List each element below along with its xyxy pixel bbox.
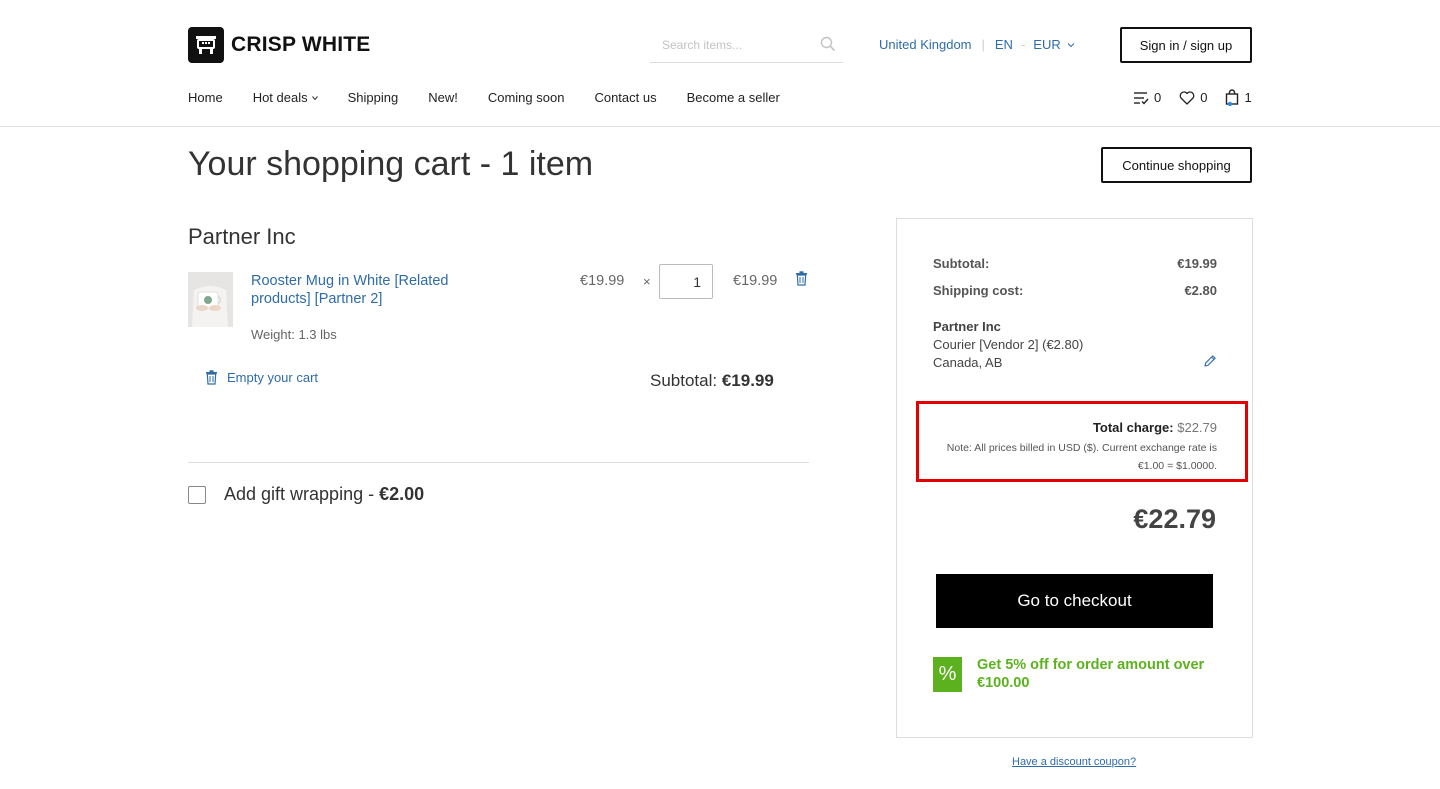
country-selector[interactable]: United Kingdom [879, 37, 972, 52]
wishlist-counter[interactable]: 0 [1179, 90, 1207, 105]
cart-subtotal-value: €19.99 [721, 371, 774, 390]
sign-in-button[interactable]: Sign in / sign up [1120, 27, 1252, 63]
main-nav: Home Hot deals Shipping New! Coming soon… [188, 90, 810, 105]
product-name-link[interactable]: Rooster Mug in White [Related products] … [251, 272, 491, 308]
nav-item-hot-deals[interactable]: Hot deals [253, 90, 318, 105]
page-title: Your shopping cart - 1 item [188, 145, 594, 183]
brand-name: CRISP WHITE [231, 33, 371, 56]
summary-shipping-value: €2.80 [1184, 283, 1217, 298]
product-weight: Weight: 1.3 lbs [251, 327, 337, 342]
heart-icon [1179, 90, 1195, 105]
exchange-rate-note: Note: All prices billed in USD ($). Curr… [946, 442, 1217, 472]
grand-total: €22.79 [1133, 504, 1216, 534]
wishlist-count: 0 [1200, 90, 1208, 105]
nav-item-home[interactable]: Home [188, 90, 223, 105]
locale-separator: | [981, 37, 985, 52]
vendor-name: Partner Inc [188, 224, 296, 249]
checkout-button[interactable]: Go to checkout [936, 574, 1213, 628]
nav-item-label: New! [428, 90, 458, 105]
nav-item-label: Coming soon [487, 90, 565, 105]
gift-wrapping-price: €2.00 [379, 484, 425, 504]
order-summary: Subtotal: €19.99 Shipping cost: €2.80 Pa… [896, 218, 1253, 738]
multiply-sign: × [643, 274, 651, 289]
unit-price: €19.99 [580, 273, 625, 289]
shipping-method: Courier [Vendor 2] (€2.80) [933, 337, 1084, 352]
locale-separator: - [1020, 37, 1026, 52]
search-box [650, 27, 843, 63]
total-charge: Total charge: $22.79 [1093, 420, 1217, 435]
empty-cart-link[interactable]: Empty your cart [205, 370, 318, 385]
nav-item-label: Contact us [594, 90, 657, 105]
summary-shipping-label: Shipping cost: [933, 283, 1024, 298]
cart-divider [188, 462, 809, 463]
nav-item-new[interactable]: New! [428, 90, 458, 105]
locale-selector: United Kingdom | EN - EUR [879, 37, 1075, 52]
shipping-vendor: Partner Inc [933, 319, 1001, 334]
chevron-down-icon [311, 95, 318, 100]
nav-item-label: Shipping [347, 90, 399, 105]
nav-item-label: Home [188, 90, 223, 105]
line-total: €19.99 [733, 273, 778, 289]
search-icon[interactable] [820, 36, 836, 52]
summary-subtotal-label: Subtotal: [933, 256, 990, 271]
nav-item-contact-us[interactable]: Contact us [594, 90, 656, 105]
continue-shopping-button[interactable]: Continue shopping [1101, 147, 1252, 183]
quantity-input[interactable] [659, 264, 713, 299]
cart-counter[interactable]: 1 [1225, 89, 1252, 106]
cart-subtotal: Subtotal: €19.99 [650, 371, 774, 391]
search-input[interactable] [662, 35, 807, 55]
compare-list-icon [1134, 91, 1149, 105]
gift-wrapping-checkbox[interactable] [188, 486, 206, 504]
trash-icon [206, 370, 217, 385]
percent-badge-icon: % [933, 657, 962, 692]
cart-logo-icon [188, 27, 224, 63]
gift-wrapping-label[interactable]: Add gift wrapping - €2.00 [224, 484, 424, 505]
total-charge-highlight: Total charge: $22.79 Note: All prices bi… [916, 401, 1248, 482]
product-thumbnail[interactable] [188, 272, 233, 327]
language-selector[interactable]: EN [995, 37, 1013, 52]
nav-item-become-seller[interactable]: Become a seller [687, 90, 780, 105]
compare-count: 0 [1154, 90, 1162, 105]
cart-subtotal-label: Subtotal: [650, 371, 718, 390]
total-charge-label: Total charge: [1092, 420, 1174, 435]
chevron-down-icon [1067, 42, 1075, 47]
compare-counter[interactable]: 0 [1133, 90, 1161, 105]
header-counters: 0 0 1 [1133, 89, 1252, 106]
cart-count: 1 [1244, 90, 1252, 105]
nav-item-shipping[interactable]: Shipping [348, 90, 399, 105]
shipping-region: Canada, AB [933, 355, 1003, 370]
currency-selector[interactable]: EUR [1033, 37, 1060, 52]
summary-shipping-row: Shipping cost: €2.80 [933, 283, 1217, 298]
nav-item-coming-soon[interactable]: Coming soon [488, 90, 565, 105]
header: CRISP WHITE United Kingdom | EN - EUR Si… [0, 0, 1440, 80]
nav-item-label: Become a seller [686, 90, 780, 105]
promo-message: Get 5% off for order amount over €100.00 [977, 657, 1205, 691]
trash-icon[interactable] [795, 271, 808, 286]
discount-coupon-link[interactable]: Have a discount coupon? [1012, 756, 1136, 768]
pencil-icon[interactable] [1203, 354, 1217, 368]
summary-subtotal-value: €19.99 [1177, 256, 1217, 271]
nav-item-label: Hot deals [252, 90, 308, 105]
header-divider [0, 126, 1440, 127]
summary-subtotal-row: Subtotal: €19.99 [933, 256, 1217, 271]
empty-cart-label: Empty your cart [227, 370, 319, 385]
gift-wrapping-text: Add gift wrapping - [224, 484, 380, 504]
brand-logo[interactable]: CRISP WHITE [188, 27, 371, 63]
shopping-bag-icon [1226, 89, 1239, 106]
total-charge-value: $22.79 [1177, 420, 1217, 435]
